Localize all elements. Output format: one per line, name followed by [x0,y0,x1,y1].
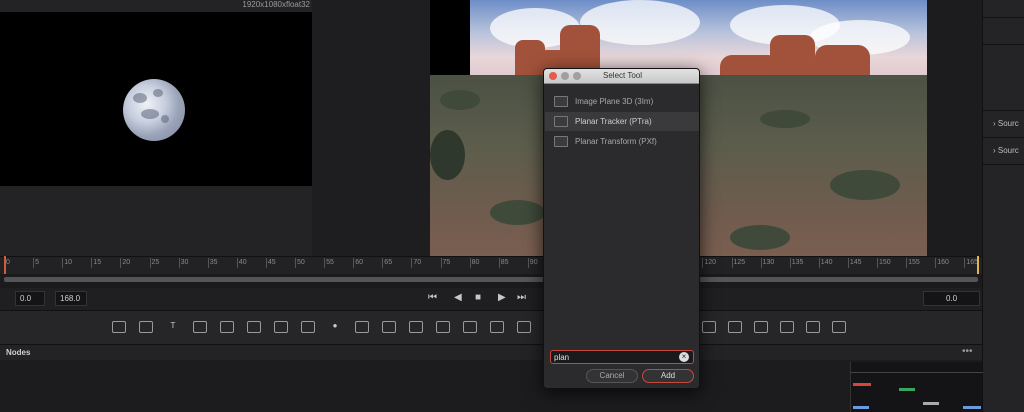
add-button[interactable]: Add [642,369,694,383]
ruler-tick-label: 130 [760,258,775,268]
image-plane-icon [554,96,568,107]
source-expander-1[interactable]: › Sourc [983,111,1024,137]
saver-icon[interactable] [409,321,423,333]
left-viewer-canvas[interactable] [0,12,312,186]
play-button[interactable]: ▶ [498,292,506,303]
paint-icon[interactable] [139,321,153,333]
ruler-tick-label: 125 [731,258,746,268]
ruler-tick-label: 30 [178,258,189,268]
source-expander-2[interactable]: › Sourc [983,138,1024,164]
left-viewer[interactable]: 1920x1080xfloat32 [0,0,312,256]
end-time-field[interactable]: 168.0 [55,291,87,306]
ruler-tick-label: 0 [4,258,10,268]
tool-item-planar-transform[interactable]: Planar Transform (PXf) [545,132,699,151]
viewer-resolution-label: 1920x1080xfloat32 [242,0,310,9]
polygon-icon[interactable] [247,321,261,333]
scrub-area[interactable] [0,274,982,288]
planar-tracker-icon [554,116,568,127]
cancel-button[interactable]: Cancel [586,369,638,383]
ruler-tick-label: 90 [527,258,538,268]
ruler-tick-label: 85 [498,258,509,268]
ruler-tick-label: 25 [149,258,160,268]
ruler-tick-label: 135 [789,258,804,268]
clear-search-icon[interactable]: × [679,352,689,362]
ruler-tick-label: 160 [935,258,949,268]
tool-item-image-plane-3d[interactable]: Image Plane 3D (3Im) [545,92,699,111]
resize-icon[interactable] [463,321,477,333]
playhead[interactable] [4,256,6,274]
renderer3d-icon[interactable] [806,321,820,333]
ruler-tick-label: 65 [382,258,393,268]
go-to-start-button[interactable]: ⏮ [428,292,437,303]
node-editor[interactable] [0,360,982,412]
stop-button[interactable]: ■ [475,292,481,303]
source-label-2: Sourc [997,146,1019,155]
loader-icon[interactable] [382,321,396,333]
transform-icon[interactable] [436,321,450,333]
brush-icon[interactable] [193,321,207,333]
ruler-tick-label: 5 [33,258,39,268]
ruler-tick-label: 35 [207,258,218,268]
scrub-bar[interactable] [4,277,978,282]
tool-search-input[interactable] [550,350,694,364]
ruler-tick-label: 45 [265,258,276,268]
start-time-field[interactable]: 0.0 [15,291,45,306]
ruler-tick-label: 10 [62,258,72,268]
ruler-tick-label: 145 [847,258,862,268]
transport-bar: 0.0 168.0 ⏮ ◀ ■ ▶ ⏭ 0.0 [0,288,982,310]
nodes-title: Nodes [6,348,31,357]
ruler-tick-label: 140 [818,258,833,268]
ruler-tick-label: 60 [353,258,363,268]
tool-item-label: Planar Transform (PXf) [575,137,657,146]
ruler-tick-label: 40 [236,258,247,268]
bspline-icon[interactable] [274,321,288,333]
ruler-tick-label: 70 [411,258,422,268]
nodes-header: Nodes ••• [0,344,982,360]
go-to-end-button[interactable]: ⏭ [517,292,526,303]
ruler-tick-label: 150 [877,258,891,268]
select-tool-dialog: Select Tool Image Plane 3D (3Im) Planar … [543,68,700,389]
dialog-title: Select Tool [603,71,642,80]
rotate-icon[interactable] [517,321,531,333]
moon-image [123,79,185,141]
camera3d-icon[interactable] [780,321,794,333]
fog-icon[interactable] [832,321,846,333]
droplet-icon[interactable]: ● [328,321,342,333]
ruler-tick-label: 20 [120,258,131,268]
ruler-tick-label: 120 [702,258,717,268]
particles-icon[interactable] [220,321,234,333]
viewer-gap [312,0,430,256]
blur-icon[interactable] [301,321,315,333]
ruler-tick-label: 50 [295,258,305,268]
light3d-icon[interactable] [754,321,768,333]
ruler-tick-label: 80 [469,258,480,268]
background-icon[interactable] [112,321,126,333]
planar-transform-icon [554,136,568,147]
ruler-tick-label: 155 [906,258,920,268]
nodes-options-icon[interactable]: ••• [962,346,973,357]
time-ruler[interactable]: 0510152025303540455055606570758085909510… [0,256,982,274]
tool-item-label: Planar Tracker (PTra) [575,117,652,126]
source-label-1: Sourc [997,119,1019,128]
dialog-titlebar[interactable]: Select Tool [544,69,699,84]
play-reverse-button[interactable]: ◀ [454,292,462,303]
merge-icon[interactable] [355,321,369,333]
ruler-tick-label: 75 [440,258,451,268]
crop-icon[interactable] [490,321,504,333]
inspector-panel: › Sourc › Sourc [982,0,1024,412]
tool-item-planar-tracker[interactable]: Planar Tracker (PTra) [545,112,699,131]
tool-item-label: Image Plane 3D (3Im) [575,97,654,106]
ruler-tick-label: 15 [91,258,102,268]
text-icon[interactable]: T [166,321,180,333]
tool-bar: T ● [0,310,982,344]
ruler-tick-label: 55 [324,258,334,268]
end-marker[interactable] [977,256,979,274]
current-time-field[interactable]: 0.0 [923,291,980,306]
shape3d-icon[interactable] [702,321,716,333]
cubes-icon[interactable] [728,321,742,333]
node-minimap[interactable] [850,362,983,412]
